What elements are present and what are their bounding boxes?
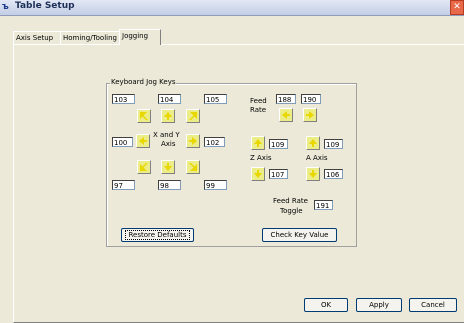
key-up-right-field[interactable]: 105 bbox=[204, 94, 227, 104]
close-button[interactable]: ✕ bbox=[450, 0, 464, 15]
z-up-button[interactable] bbox=[251, 136, 265, 150]
a-up-button[interactable] bbox=[306, 136, 320, 150]
a-down-button[interactable] bbox=[306, 167, 320, 181]
key-down-left-field[interactable]: 97 bbox=[112, 180, 135, 190]
tab-jogging[interactable]: Jogging bbox=[119, 29, 161, 45]
arrow-up-icon bbox=[254, 139, 262, 147]
group-title: Keyboard Jog Keys bbox=[110, 78, 177, 86]
arrow-up-left-icon bbox=[140, 112, 148, 120]
key-down-field[interactable]: 98 bbox=[158, 180, 181, 190]
jog-up-button[interactable] bbox=[161, 109, 175, 123]
jog-right-button[interactable] bbox=[186, 134, 200, 148]
xy-axis-label-line2: Axis bbox=[161, 140, 176, 148]
xy-axis-label-line1: X and Y bbox=[153, 131, 180, 139]
feed-increase-button[interactable] bbox=[303, 108, 317, 122]
key-down-right-field[interactable]: 99 bbox=[204, 180, 227, 190]
restore-defaults-button[interactable]: Restore Defaults bbox=[121, 228, 194, 242]
jog-up-right-button[interactable] bbox=[186, 109, 200, 123]
key-right-field[interactable]: 102 bbox=[204, 137, 225, 147]
a-up-field[interactable]: 109 bbox=[324, 139, 343, 149]
key-up-field[interactable]: 104 bbox=[158, 94, 181, 104]
rate-label: Rate bbox=[250, 106, 267, 114]
arrow-up-icon bbox=[164, 112, 172, 120]
tab-axis-setup[interactable]: Axis Setup bbox=[13, 31, 63, 45]
toggle-label: Toggle bbox=[280, 207, 303, 215]
arrow-right-icon bbox=[306, 111, 314, 119]
cancel-button[interactable]: Cancel bbox=[409, 298, 457, 312]
arrow-left-icon bbox=[282, 111, 290, 119]
restore-defaults-label: Restore Defaults bbox=[125, 230, 190, 240]
z-down-field[interactable]: 107 bbox=[269, 169, 288, 179]
jog-down-left-button[interactable] bbox=[137, 160, 151, 174]
check-key-value-button[interactable]: Check Key Value bbox=[262, 228, 337, 242]
close-icon: ✕ bbox=[453, 2, 461, 12]
z-down-button[interactable] bbox=[251, 167, 265, 181]
arrow-down-icon bbox=[164, 163, 172, 171]
ok-button[interactable]: OK bbox=[304, 298, 348, 312]
window-title: Table Setup bbox=[15, 1, 75, 11]
z-up-field[interactable]: 109 bbox=[269, 139, 288, 149]
arrow-down-icon bbox=[254, 170, 262, 178]
apply-button[interactable]: Apply bbox=[356, 298, 402, 312]
arrow-left-icon bbox=[139, 137, 147, 145]
arrow-right-icon bbox=[189, 137, 197, 145]
feed-label: Feed bbox=[250, 97, 267, 105]
jog-down-button[interactable] bbox=[161, 160, 175, 174]
arrow-down-left-icon bbox=[140, 163, 148, 171]
jog-up-left-button[interactable] bbox=[137, 109, 151, 123]
feed-rate-label: Feed Rate bbox=[273, 197, 308, 205]
feed-decrease-button[interactable] bbox=[279, 108, 293, 122]
title-bar: ъ Table Setup ✕ bbox=[0, 0, 464, 16]
arrow-up-right-icon bbox=[189, 112, 197, 120]
jog-left-button[interactable] bbox=[136, 134, 150, 148]
feed-plus-field[interactable]: 190 bbox=[301, 94, 321, 104]
a-axis-label: A Axis bbox=[306, 154, 328, 162]
arrow-down-right-icon bbox=[189, 163, 197, 171]
feed-minus-field[interactable]: 188 bbox=[276, 94, 296, 104]
key-left-field[interactable]: 100 bbox=[112, 137, 133, 147]
arrow-down-icon bbox=[309, 170, 317, 178]
z-axis-label: Z Axis bbox=[250, 154, 272, 162]
jog-down-right-button[interactable] bbox=[186, 160, 200, 174]
arrow-up-icon bbox=[309, 139, 317, 147]
app-icon: ъ bbox=[2, 2, 9, 12]
key-up-left-field[interactable]: 103 bbox=[112, 94, 135, 104]
feed-toggle-field[interactable]: 191 bbox=[314, 200, 333, 210]
a-down-field[interactable]: 106 bbox=[324, 169, 343, 179]
tab-homing-tooling[interactable]: Homing/Tooling bbox=[60, 31, 122, 45]
